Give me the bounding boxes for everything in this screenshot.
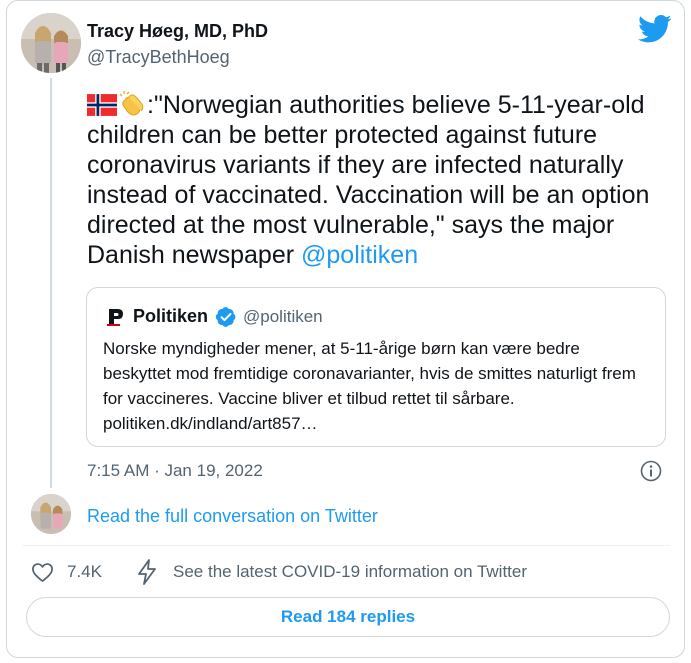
read-replies-button[interactable]: Read 184 replies [26, 597, 670, 637]
lightning-icon[interactable] [136, 559, 158, 585]
read-full-conversation-link[interactable]: Read the full conversation on Twitter [87, 506, 378, 527]
quoted-tweet-text: Norske myndigheder mener, at 5-11-årige … [103, 339, 636, 433]
twitter-bird-icon[interactable] [638, 14, 672, 44]
politiken-logo [107, 309, 123, 326]
author-handle[interactable]: @TracyBethHoeg [87, 47, 230, 68]
clapping-hands-icon [119, 91, 144, 116]
author-avatar[interactable] [21, 13, 81, 73]
info-icon[interactable] [640, 460, 662, 482]
heart-icon[interactable] [31, 561, 54, 584]
tweet-timestamp[interactable]: 7:15 AM · Jan 19, 2022 [87, 461, 263, 481]
actions-divider [22, 545, 670, 546]
quoted-tweet[interactable]: Politiken @politiken Norske myndigheder … [86, 287, 666, 447]
like-count[interactable]: 7.4K [67, 562, 102, 582]
quoted-author-name[interactable]: Politiken [133, 306, 208, 327]
norway-flag-icon [87, 94, 117, 116]
tweet-text: :"Norwegian authorities believe 5-11-yea… [87, 90, 672, 270]
politiken-mention-link[interactable]: @politiken [301, 241, 418, 269]
quoted-author-handle[interactable]: @politiken [243, 307, 323, 327]
thread-connector-line [50, 78, 52, 488]
reply-avatar[interactable] [31, 494, 71, 534]
verified-badge-icon [215, 307, 236, 327]
covid-info-link[interactable]: See the latest COVID-19 information on T… [173, 562, 527, 582]
author-name[interactable]: Tracy Høeg, MD, PhD [87, 21, 268, 42]
